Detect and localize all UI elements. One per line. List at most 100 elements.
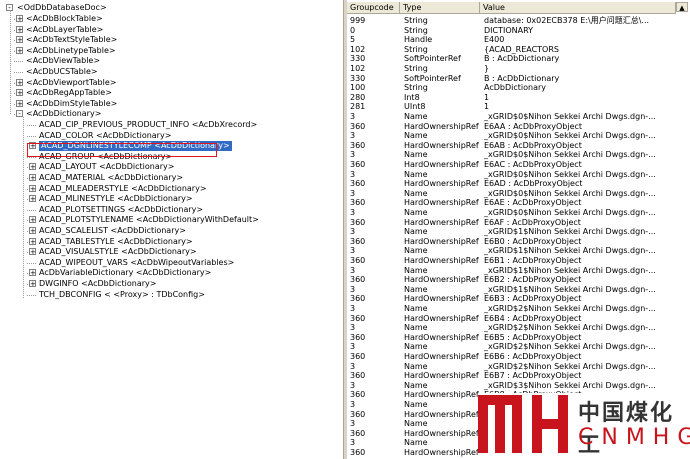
collapse-icon[interactable]: -: [16, 110, 23, 118]
cell-type: Name: [404, 208, 428, 217]
table-row[interactable]: 360 HardOwnershipRef E6AA : AcDbProxyObjec…: [347, 122, 677, 132]
expand-icon[interactable]: +: [16, 46, 23, 54]
expand-icon[interactable]: +: [29, 195, 36, 203]
table-row[interactable]: 360 HardOwnershipRef E6B1 : AcDbProxyObjec…: [347, 256, 677, 266]
table-row[interactable]: 3 Name _xGRID$1$Nihon Sekkei Archi Dwgs.dg…: [347, 227, 677, 237]
table-row[interactable]: 999 String database: 0x02ECB378 E:\用户问题汇总\…: [347, 16, 677, 26]
expand-icon[interactable]: +: [16, 15, 23, 23]
expand-icon[interactable]: +: [29, 237, 36, 245]
table-row[interactable]: 3 Name _xGRID$0$Nihon Sekkei Archi Dwgs.dg…: [347, 189, 677, 199]
cell-groupcode: 3: [350, 400, 356, 409]
table-row[interactable]: 360 HardOwnershipRef E6AB : AcDbProxyObjec…: [347, 141, 677, 151]
database-tree[interactable]: - <OdDbDatabaseDoc> + <AcDbBlockTable> + <A…: [0, 0, 343, 459]
expand-icon[interactable]: +: [16, 36, 23, 44]
table-row[interactable]: 280 Int8 1: [347, 93, 677, 103]
cell-value: _xGRID$2$Nihon Sekkei Archi Dwgs.dgn-...: [484, 361, 656, 371]
table-row[interactable]: 360 HardOwnershipRef E6B2 : AcDbProxyObjec…: [347, 275, 677, 285]
table-row[interactable]: 3 Name _xGRID$2$Nihon Sekkei Archi Dwgs.dg…: [347, 362, 677, 372]
table-row[interactable]: 3 Name _xGRID$2$Nihon Sekkei Archi Dwgs.dg…: [347, 323, 677, 333]
expand-icon[interactable]: +: [29, 174, 36, 182]
table-row[interactable]: 330 SoftPointerRef B : AcDbDictionary: [347, 54, 677, 64]
table-row[interactable]: 3 Name _xGRID$0$Nihon Sekkei Archi Dwgs.dg…: [347, 112, 677, 122]
expand-icon[interactable]: +: [16, 89, 23, 97]
tree-node-label: <AcDbBlockTable>: [26, 14, 103, 23]
cell-groupcode: 3: [350, 169, 356, 179]
table-row[interactable]: 3 Name _xGRID$1$Nihon Sekkei Archi Dwgs.dg…: [347, 266, 677, 276]
scroll-up-icon[interactable]: ▲: [676, 2, 688, 12]
table-row[interactable]: 100 String AcDbDictionary: [347, 83, 677, 93]
expand-icon[interactable]: +: [29, 216, 36, 224]
column-header-type[interactable]: Type: [400, 2, 480, 14]
cell-type: HardOwnershipRef: [404, 332, 479, 342]
cell-type: Name: [404, 419, 428, 429]
column-header-groupcode[interactable]: Groupcode: [347, 2, 400, 14]
table-row[interactable]: 360 HardOwnershipRef E6B5 : AcDbProxyObjec…: [347, 333, 677, 343]
cell-type: Name: [404, 380, 428, 390]
table-row[interactable]: 360 HardOwnershipRef E6B7 : AcDbProxyObjec…: [347, 371, 677, 381]
cell-type: HardOwnershipRef: [404, 448, 479, 457]
cell-value: _xGRID$0$Nihon Sekkei Archi Dwgs.dgn-...: [484, 131, 656, 141]
cell-type: String: [404, 64, 428, 73]
table-row[interactable]: 102 String}: [347, 64, 677, 74]
watermark-en-text: CNMHG: [578, 425, 690, 450]
table-row[interactable]: 281 UInt8 1: [347, 102, 677, 112]
cell-groupcode: 3: [350, 342, 356, 352]
table-row[interactable]: 330 SoftPointerRef B : AcDbDictionary: [347, 74, 677, 84]
cell-groupcode: 330: [350, 54, 366, 64]
cell-groupcode: 3: [350, 380, 356, 390]
cell-type: Int8: [404, 92, 420, 102]
cell-value: _xGRID$0$Nihon Sekkei Archi Dwgs.dgn-...: [484, 150, 656, 160]
table-row[interactable]: 360 HardOwnershipRef E6AF : AcDbProxyObjec…: [347, 218, 677, 228]
table-row[interactable]: 3 Name _xGRID$1$Nihon Sekkei Archi Dwgs.dg…: [347, 285, 677, 295]
cell-groupcode: 3: [350, 188, 356, 198]
expand-icon[interactable]: +: [16, 99, 23, 107]
cell-value: E6B2 : AcDbProxyObject: [484, 275, 582, 285]
cell-type: Name: [404, 304, 428, 313]
table-row[interactable]: 3 Name _xGRID$3$Nihon Sekkei Archi Dwgs.dg…: [347, 381, 677, 391]
expand-icon[interactable]: +: [29, 248, 36, 256]
cell-groupcode: 360: [350, 217, 366, 227]
table-row[interactable]: 3 Name _xGRID$0$Nihon Sekkei Archi Dwgs.dg…: [347, 170, 677, 180]
expand-icon[interactable]: +: [16, 25, 23, 33]
cell-value: 1: [484, 102, 490, 112]
cell-value: E6B5 : AcDbProxyObject: [484, 332, 582, 342]
expand-icon[interactable]: +: [29, 227, 36, 235]
tree-guide-line: [27, 135, 36, 137]
cell-type: Name: [404, 342, 428, 352]
table-row[interactable]: 3 Name _xGRID$2$Nihon Sekkei Archi Dwgs.dg…: [347, 304, 677, 314]
cell-groupcode: 3: [350, 150, 356, 160]
cell-groupcode: 100: [350, 83, 366, 93]
expand-icon[interactable]: +: [29, 163, 36, 171]
tree-node-label: ACAD_LAYOUT <AcDbDictionary>: [39, 162, 175, 172]
cell-value: E6B3 : AcDbProxyObject: [484, 294, 582, 304]
table-row[interactable]: 3 Name _xGRID$2$Nihon Sekkei Archi Dwgs.dg…: [347, 342, 677, 352]
table-row[interactable]: 3 Name _xGRID$0$Nihon Sekkei Archi Dwgs.dg…: [347, 131, 677, 141]
table-row[interactable]: 360 HardOwnershipRef E6AD : AcDbProxyObjec…: [347, 179, 677, 189]
table-row[interactable]: 0 String DICTIONARY: [347, 26, 677, 36]
expand-icon[interactable]: +: [16, 78, 23, 86]
cell-groupcode: 360: [350, 140, 366, 150]
cell-value: E6B7 : AcDbProxyObject: [484, 371, 582, 381]
table-row[interactable]: 3 Name _xGRID$0$Nihon Sekkei Archi Dwgs.dg…: [347, 208, 677, 218]
column-header-value[interactable]: Value: [480, 2, 676, 14]
tree-guide-line: [10, 10, 11, 115]
table-row[interactable]: 360 HardOwnershipRef E6B3 : AcDbProxyObjec…: [347, 294, 677, 304]
cell-value: _xGRID$0$Nihon Sekkei Archi Dwgs.dgn-...: [484, 208, 656, 217]
table-row[interactable]: 360 HardOwnershipRef E6B0 : AcDbProxyObjec…: [347, 237, 677, 247]
cell-groupcode: 360: [350, 371, 366, 381]
table-row[interactable]: 360 HardOwnershipRef E6B4 : AcDbProxyObjec…: [347, 314, 677, 324]
expand-icon[interactable]: +: [29, 269, 36, 277]
table-row[interactable]: 360 HardOwnershipRef E6B6 : AcDbProxyObjec…: [347, 352, 677, 362]
groupcode-table: Groupcode Type Value ▲ 999 String database…: [347, 0, 690, 459]
table-row[interactable]: 102 String {ACAD_REACTORS: [347, 45, 677, 55]
table-row[interactable]: 3 Name _xGRID$0$Nihon Sekkei Archi Dwgs.dg…: [347, 150, 677, 160]
expand-icon[interactable]: +: [29, 184, 36, 192]
table-row[interactable]: 5 Handle E400: [347, 35, 677, 45]
table-row[interactable]: 360 HardOwnershipRef E6AC : AcDbProxyObjec…: [347, 160, 677, 170]
table-row[interactable]: 360 HardOwnershipRef E6AE : AcDbProxyObjec…: [347, 198, 677, 208]
tree-node-label: DWGINFO <AcDbDictionary>: [39, 279, 157, 288]
table-row[interactable]: 3 Name _xGRID$1$Nihon Sekkei Archi Dwgs.dg…: [347, 246, 677, 256]
cell-value: _xGRID$2$Nihon Sekkei Archi Dwgs.dgn-...: [484, 304, 656, 313]
expand-icon[interactable]: +: [29, 280, 36, 288]
cell-type: HardOwnershipRef: [404, 390, 479, 400]
